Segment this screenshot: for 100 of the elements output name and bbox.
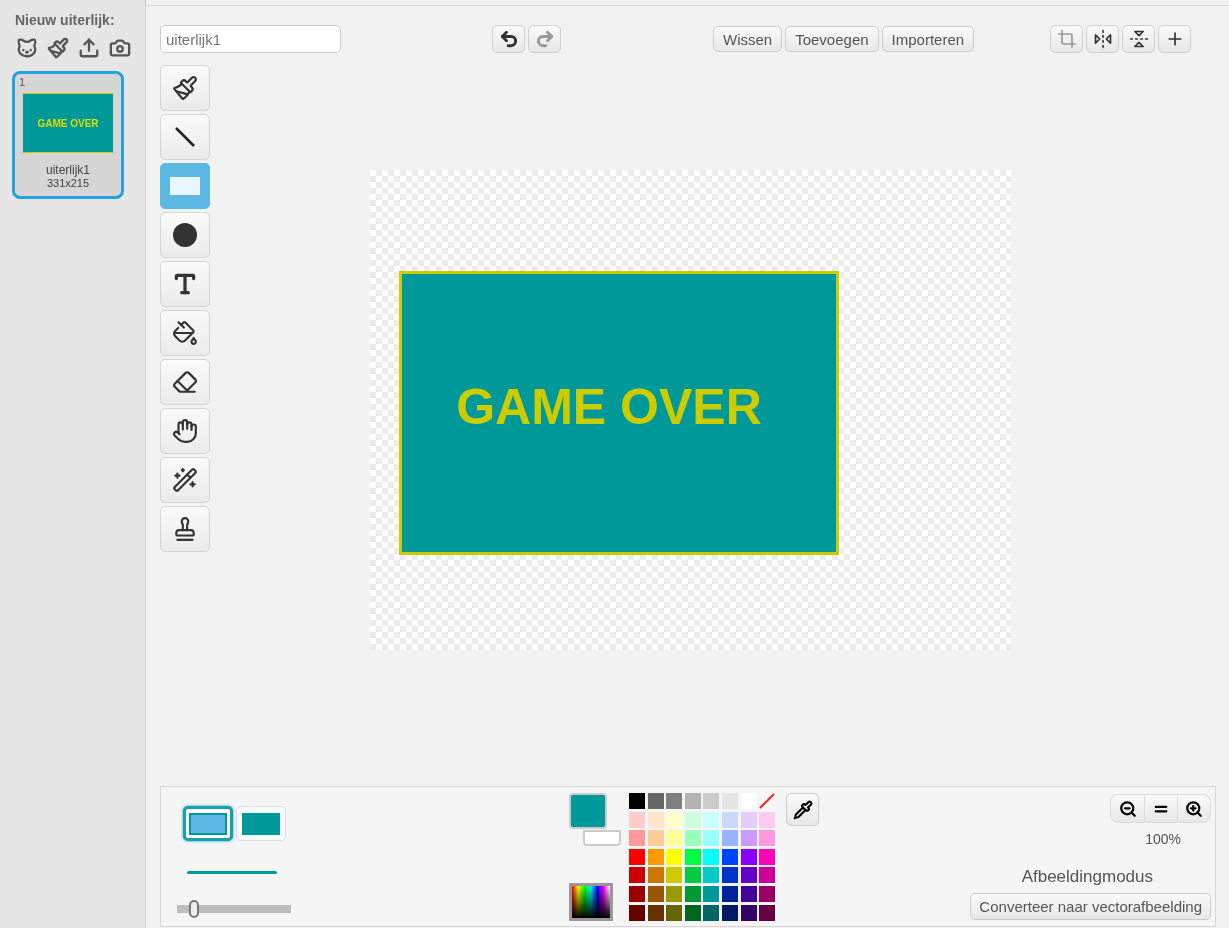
color-swatch[interactable] xyxy=(703,885,720,902)
flip-horizontal-button[interactable] xyxy=(1086,25,1120,53)
color-swatch[interactable] xyxy=(629,811,645,828)
paintbrush-icon[interactable] xyxy=(47,37,69,59)
color-swatch[interactable] xyxy=(666,885,683,902)
color-swatch[interactable] xyxy=(721,848,738,865)
convert-button[interactable]: Converteer naar vectorafbeelding xyxy=(970,893,1211,920)
costume-size: 331x215 xyxy=(46,177,90,189)
color-swatch[interactable] xyxy=(647,811,664,828)
canvas-text: GAME OVER xyxy=(456,378,762,436)
no-color-swatch[interactable] xyxy=(759,793,776,809)
color-swatch[interactable] xyxy=(684,848,701,865)
eyedropper-button[interactable] xyxy=(786,793,820,826)
color-swatch[interactable] xyxy=(647,885,664,902)
color-swatch[interactable] xyxy=(703,904,720,921)
color-swatch[interactable] xyxy=(684,811,701,828)
color-swatch[interactable] xyxy=(703,867,720,884)
color-swatch[interactable] xyxy=(721,885,738,902)
stamp-tool[interactable] xyxy=(160,506,210,552)
color-swatch[interactable] xyxy=(740,867,757,884)
color-swatch[interactable] xyxy=(647,830,664,847)
outline-mode-button[interactable] xyxy=(183,806,233,841)
color-swatch[interactable] xyxy=(647,793,664,809)
toolbar-button[interactable]: Wissen xyxy=(713,26,783,52)
color-swatch[interactable] xyxy=(759,848,776,865)
primary-color[interactable] xyxy=(569,793,607,829)
fill-tool[interactable] xyxy=(160,310,210,356)
thumbnail-text: GAME OVER xyxy=(37,117,99,129)
color-swatch[interactable] xyxy=(703,811,720,828)
color-swatch[interactable] xyxy=(629,885,645,902)
zoom-out-icon xyxy=(1118,799,1137,818)
color-swatch[interactable] xyxy=(684,793,701,809)
color-swatch[interactable] xyxy=(703,793,720,809)
color-swatch[interactable] xyxy=(703,830,720,847)
color-swatch[interactable] xyxy=(740,848,757,865)
color-swatch[interactable] xyxy=(647,848,664,865)
wand-tool[interactable] xyxy=(160,457,210,503)
solid-mode-button[interactable] xyxy=(236,806,286,841)
color-swatch[interactable] xyxy=(740,885,757,902)
color-swatch[interactable] xyxy=(740,904,757,921)
magic-wand-icon xyxy=(172,467,198,493)
eraser-tool[interactable] xyxy=(160,359,210,405)
toolbar-button[interactable]: Importeren xyxy=(881,26,975,52)
toolbar-button[interactable]: Toevoegen xyxy=(785,26,879,52)
paintbrush-tool[interactable] xyxy=(160,65,210,111)
line-icon xyxy=(175,127,195,147)
color-swatch[interactable] xyxy=(666,848,683,865)
color-swatch[interactable] xyxy=(684,904,701,921)
color-swatch[interactable] xyxy=(759,904,776,921)
color-spectrum[interactable] xyxy=(569,883,613,921)
color-swatch[interactable] xyxy=(740,811,757,828)
upload-icon[interactable] xyxy=(78,37,100,59)
color-swatch[interactable] xyxy=(629,848,645,865)
hand-icon xyxy=(172,418,198,444)
camera-icon[interactable] xyxy=(109,37,131,59)
line-tool[interactable] xyxy=(160,114,210,160)
color-swatch[interactable] xyxy=(647,867,664,884)
text-icon xyxy=(172,271,198,297)
cat-icon[interactable] xyxy=(16,37,38,59)
slider-thumb[interactable] xyxy=(189,900,200,918)
undo-button[interactable] xyxy=(492,25,525,53)
color-swatch[interactable] xyxy=(666,867,683,884)
color-swatch[interactable] xyxy=(721,904,738,921)
stamp-icon xyxy=(172,516,198,542)
color-swatch[interactable] xyxy=(721,830,738,847)
color-swatch[interactable] xyxy=(666,830,683,847)
color-swatch[interactable] xyxy=(759,867,776,884)
color-swatch[interactable] xyxy=(629,793,645,809)
mode-label: Afbeeldingmodus xyxy=(1021,867,1153,887)
text-tool[interactable] xyxy=(160,261,210,307)
color-swatch[interactable] xyxy=(684,830,701,847)
color-swatch[interactable] xyxy=(759,885,776,902)
circle-tool[interactable] xyxy=(160,212,210,258)
color-swatch[interactable] xyxy=(759,830,776,847)
color-swatch[interactable] xyxy=(703,848,720,865)
costume-name-field[interactable]: uiterlijk1 xyxy=(160,25,341,53)
color-swatch[interactable] xyxy=(629,904,645,921)
color-swatch[interactable] xyxy=(666,793,683,809)
secondary-color[interactable] xyxy=(583,830,621,846)
color-swatch[interactable] xyxy=(647,904,664,921)
zoom-level: 100% xyxy=(1145,831,1181,847)
color-swatch[interactable] xyxy=(684,885,701,902)
select-tool[interactable] xyxy=(160,408,210,454)
color-swatch[interactable] xyxy=(721,867,738,884)
crosshair-button[interactable] xyxy=(1158,25,1192,53)
color-swatch[interactable] xyxy=(629,867,645,884)
rectangle-icon xyxy=(170,177,200,195)
flip-vertical-button[interactable] xyxy=(1122,25,1156,53)
costume-item[interactable]: 1 GAME OVER uiterlijk1 331x215 xyxy=(12,71,124,199)
color-swatch[interactable] xyxy=(629,830,645,847)
flip-vertical-icon xyxy=(1128,29,1149,49)
color-swatch[interactable] xyxy=(759,811,776,828)
paint-bucket-icon xyxy=(172,320,198,346)
costume-name: uiterlijk1 xyxy=(46,163,90,177)
color-swatch[interactable] xyxy=(666,811,683,828)
eyedropper-icon xyxy=(792,799,813,820)
color-swatch[interactable] xyxy=(740,830,757,847)
color-swatch[interactable] xyxy=(666,904,683,921)
color-swatch[interactable] xyxy=(721,811,738,828)
color-swatch[interactable] xyxy=(684,867,701,884)
